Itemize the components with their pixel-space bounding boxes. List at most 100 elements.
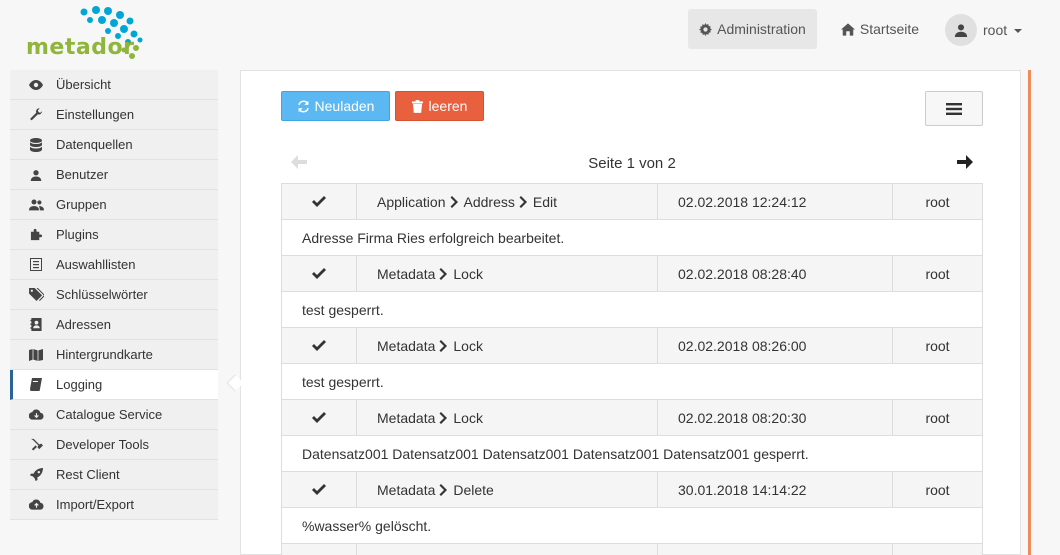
main-panel: Neuladen leeren Seite 1 von 2 Applicatio… — [240, 70, 1021, 555]
log-crumb: Metadata — [377, 265, 436, 282]
table-row[interactable]: Metadata Lock 02.02.2018 08:26:00 root — [281, 327, 983, 363]
cloud-download-icon — [28, 407, 44, 423]
sidebar-item-uebersicht[interactable]: Übersicht — [10, 70, 218, 100]
puzzle-icon — [28, 227, 44, 243]
log-date: 02.02.2018 08:28:40 — [658, 256, 893, 291]
gear-icon — [699, 22, 713, 36]
log-crumb: Address — [463, 193, 515, 210]
check-icon — [312, 412, 326, 423]
nav-startseite[interactable]: Startseite — [830, 9, 930, 49]
check-icon — [312, 196, 326, 207]
nav-administration-label: Administration — [717, 21, 806, 37]
logo-text[interactable]: metador — [26, 35, 134, 60]
table-row[interactable] — [281, 543, 983, 555]
users-icon — [28, 197, 44, 213]
chevron-right-icon — [519, 195, 527, 208]
table-row[interactable]: Application Address Edit 02.02.2018 12:2… — [281, 183, 983, 219]
trash-icon — [411, 99, 423, 113]
log-message: %wasser% gelöscht. — [281, 507, 983, 543]
tools-icon — [28, 437, 44, 453]
table-row[interactable]: Metadata Delete 30.01.2018 14:14:22 root — [281, 471, 983, 507]
log-date: 02.02.2018 08:20:30 — [658, 400, 893, 435]
user-icon — [28, 167, 44, 183]
sidebar-item-datenquellen[interactable]: Datenquellen — [10, 130, 218, 160]
chevron-down-icon — [1014, 29, 1023, 33]
log-crumb: Metadata — [377, 337, 436, 354]
chevron-right-icon — [439, 483, 448, 496]
tags-icon — [28, 287, 44, 303]
log-date: 02.02.2018 12:24:12 — [658, 184, 893, 219]
sidebar-item-developer-tools[interactable]: Developer Tools — [10, 430, 218, 460]
log-message: Adresse Firma Ries erfolgreich bearbeite… — [281, 219, 983, 255]
log-date: 30.01.2018 14:14:22 — [658, 472, 893, 507]
log-user: root — [925, 337, 950, 354]
rocket-icon — [28, 467, 44, 483]
clear-button[interactable]: leeren — [395, 91, 484, 121]
sidebar-item-label: Datenquellen — [56, 137, 133, 152]
clear-label: leeren — [428, 98, 468, 114]
log-user: root — [925, 265, 950, 282]
address-book-icon — [28, 317, 44, 333]
log-crumb: Metadata — [377, 409, 436, 426]
hamburger-icon — [946, 102, 962, 115]
sidebar-item-label: Logging — [56, 377, 103, 392]
sidebar-item-label: Schlüsselwörter — [56, 287, 148, 302]
sidebar-item-label: Hintergrundkarte — [56, 347, 153, 362]
sidebar-item-benutzer[interactable]: Benutzer — [10, 160, 218, 190]
sidebar-item-label: Rest Client — [56, 467, 120, 482]
sidebar-item-label: Catalogue Service — [56, 407, 163, 422]
menu-button[interactable] — [925, 91, 983, 126]
arrow-right-icon[interactable] — [957, 155, 973, 172]
log-crumb: Delete — [453, 481, 494, 498]
user-icon — [954, 24, 968, 37]
reload-label: Neuladen — [314, 98, 375, 114]
log-table: Application Address Edit 02.02.2018 12:2… — [281, 183, 983, 555]
sidebar-item-auswahllisten[interactable]: Auswahllisten — [10, 250, 218, 280]
database-icon — [28, 137, 44, 153]
sidebar-item-einstellungen[interactable]: Einstellungen — [10, 100, 218, 130]
wrench-icon — [28, 107, 44, 123]
log-crumb: Edit — [532, 193, 557, 210]
sidebar-item-hintergrundkarte[interactable]: Hintergrundkarte — [10, 340, 218, 370]
check-icon — [312, 340, 326, 351]
user-name: root — [983, 22, 1008, 38]
chevron-right-icon — [439, 339, 448, 352]
chevron-right-icon — [450, 195, 458, 208]
sidebar-item-plugins[interactable]: Plugins — [10, 220, 218, 250]
log-crumb: Lock — [453, 337, 483, 354]
sidebar: Übersicht Einstellungen Datenquellen Ben… — [10, 70, 218, 520]
log-crumb: Application — [377, 193, 446, 210]
sidebar-item-adressen[interactable]: Adressen — [10, 310, 218, 340]
check-icon — [312, 484, 326, 495]
sidebar-item-schluesselwoerter[interactable]: Schlüsselwörter — [10, 280, 218, 310]
pagination: Seite 1 von 2 — [281, 153, 983, 175]
sidebar-item-logging[interactable]: Logging — [10, 370, 218, 400]
log-crumb: Lock — [453, 265, 483, 282]
log-message: test gesperrt. — [281, 291, 983, 327]
sidebar-item-label: Import/Export — [56, 497, 135, 512]
reload-button[interactable]: Neuladen — [281, 91, 390, 121]
sidebar-item-label: Übersicht — [56, 77, 111, 92]
cloud-upload-icon — [28, 497, 44, 513]
sidebar-item-catalogue-service[interactable]: Catalogue Service — [10, 400, 218, 430]
table-row[interactable]: Metadata Lock 02.02.2018 08:20:30 root — [281, 399, 983, 435]
user-menu[interactable]: root — [940, 9, 1030, 51]
log-user: root — [925, 193, 950, 210]
refresh-icon — [297, 100, 309, 112]
sidebar-item-gruppen[interactable]: Gruppen — [10, 190, 218, 220]
sidebar-item-import-export[interactable]: Import/Export — [10, 490, 218, 520]
sidebar-item-rest-client[interactable]: Rest Client — [10, 460, 218, 490]
sidebar-item-label: Benutzer — [56, 167, 109, 182]
home-icon — [840, 22, 855, 36]
nav-administration[interactable]: Administration — [688, 9, 817, 49]
log-user: root — [925, 481, 950, 498]
chevron-right-icon — [439, 267, 448, 280]
eye-icon — [28, 77, 44, 93]
log-crumb: Metadata — [377, 481, 436, 498]
table-row[interactable]: Metadata Lock 02.02.2018 08:28:40 root — [281, 255, 983, 291]
avatar — [945, 14, 977, 46]
map-icon — [28, 347, 44, 363]
log-date: 02.02.2018 08:26:00 — [658, 328, 893, 363]
chevron-right-icon — [439, 411, 448, 424]
top-bar: metador Administration Startseite root — [0, 0, 1060, 62]
